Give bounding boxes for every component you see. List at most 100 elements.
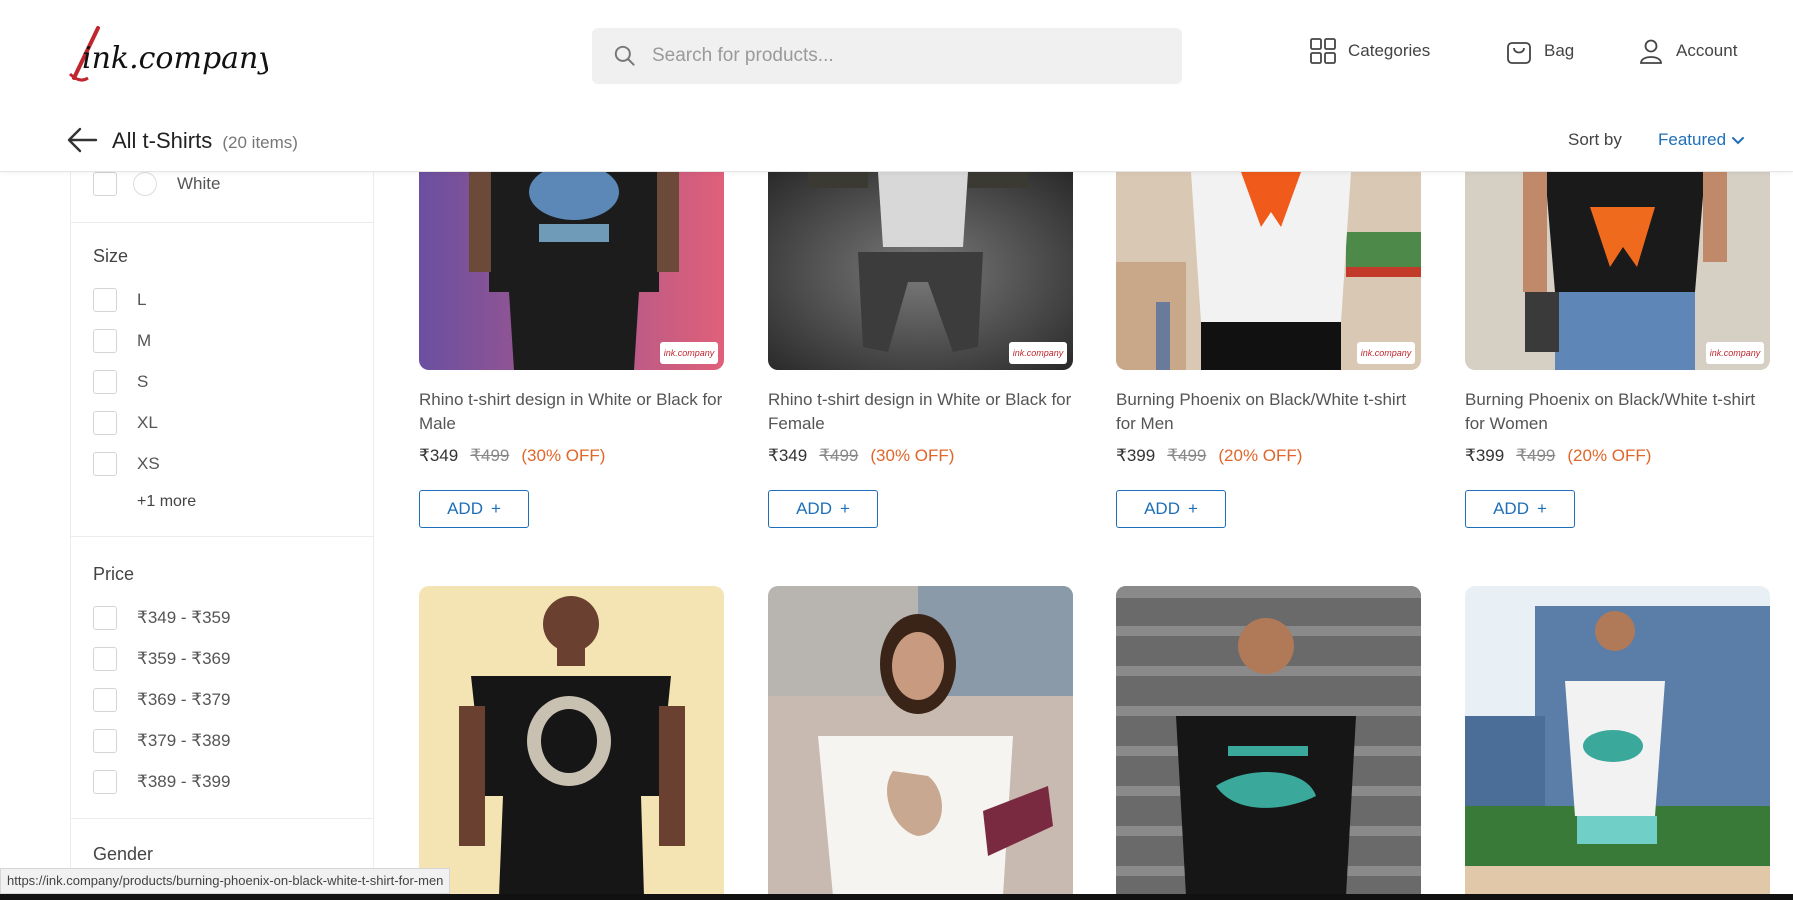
sale-price: ₹349 — [419, 446, 459, 465]
logo-wordmark: ink.company — [82, 41, 268, 76]
product-image[interactable] — [1465, 586, 1770, 896]
checkbox[interactable] — [93, 606, 117, 630]
product-image[interactable] — [768, 586, 1073, 896]
filter-price-2[interactable]: ₹359 - ₹369 — [93, 647, 230, 671]
filter-price-3[interactable]: ₹369 - ₹379 — [93, 688, 230, 712]
filter-size-l[interactable]: L — [93, 288, 146, 312]
brand-logo[interactable]: ink.company — [68, 24, 276, 90]
product-image[interactable]: ink.company — [1116, 172, 1421, 370]
price-row: ₹399 ₹499 (20% OFF) — [1465, 446, 1770, 466]
plus-icon: + — [1536, 499, 1547, 518]
gender-section-title: Gender — [93, 844, 154, 864]
filter-size-s[interactable]: S — [93, 370, 148, 394]
original-price: ₹499 — [1516, 446, 1556, 465]
checkbox[interactable] — [93, 288, 117, 312]
add-button-label: ADD — [447, 499, 483, 518]
page-title: All t-Shirts (20 items) — [112, 128, 298, 154]
product-card[interactable]: ink.company Rhino t-shirt design in Whit… — [419, 172, 724, 528]
listing-toolbar: All t-Shirts (20 items) Sort by Featured — [0, 110, 1793, 172]
nav-account[interactable]: Account — [1636, 36, 1737, 66]
filter-label: ₹389 - ₹399 — [137, 772, 231, 791]
brand-watermark-logo: ink.company — [1706, 342, 1764, 364]
brand-watermark-logo: ink.company — [1357, 342, 1415, 364]
back-arrow-icon[interactable] — [66, 124, 100, 156]
filter-size-xs[interactable]: XS — [93, 452, 160, 476]
sort-dropdown[interactable]: Featured — [1658, 130, 1746, 150]
product-card[interactable]: ink.company Burning Phoenix on Black/Whi… — [1116, 172, 1421, 528]
filter-price-1[interactable]: ₹349 - ₹359 — [93, 606, 230, 630]
filter-label: White — [177, 174, 221, 193]
add-to-bag-button[interactable]: ADD + — [1116, 490, 1226, 528]
sale-price: ₹399 — [1116, 446, 1156, 465]
product-image[interactable] — [1116, 586, 1421, 896]
shopping-bag-icon — [1507, 42, 1531, 64]
product-card[interactable] — [1116, 586, 1421, 896]
product-title[interactable]: Rhino t-shirt design in White or Black f… — [419, 388, 724, 436]
product-card[interactable]: ink.company Rhino t-shirt design in Whit… — [768, 172, 1073, 528]
price-section-title: Price — [93, 564, 135, 584]
filter-label: XS — [137, 454, 160, 473]
filter-size-m[interactable]: M — [93, 329, 151, 353]
filter-label: XL — [137, 413, 158, 432]
product-title[interactable]: Burning Phoenix on Black/White t-shirt f… — [1116, 388, 1421, 436]
nav-bag[interactable]: Bag — [1504, 36, 1574, 66]
filter-label: ₹359 - ₹369 — [137, 649, 231, 668]
size-more-link[interactable]: +1 more — [137, 493, 196, 511]
checkbox[interactable] — [93, 411, 117, 435]
product-image[interactable]: ink.company — [1465, 172, 1770, 370]
filter-color-white[interactable]: White — [93, 172, 220, 196]
browser-status-url: https://ink.company/products/burning-pho… — [0, 868, 451, 894]
checkbox[interactable] — [93, 172, 117, 196]
plus-icon: + — [490, 499, 501, 518]
sale-price: ₹399 — [1465, 446, 1505, 465]
filter-sidebar: White Size L M S XL XS +1 more Price ₹34… — [70, 172, 374, 900]
checkbox[interactable] — [93, 729, 117, 753]
discount-label: (30% OFF) — [870, 446, 955, 465]
product-card[interactable] — [1465, 586, 1770, 896]
price-row: ₹399 ₹499 (20% OFF) — [1116, 446, 1421, 466]
filter-label: ₹379 - ₹389 — [137, 731, 231, 750]
product-title[interactable]: Burning Phoenix on Black/White t-shirt f… — [1465, 388, 1770, 436]
nav-categories[interactable]: Categories — [1308, 36, 1430, 66]
product-title[interactable]: Rhino t-shirt design in White or Black f… — [768, 388, 1073, 436]
search-input[interactable] — [652, 45, 1152, 67]
checkbox[interactable] — [93, 688, 117, 712]
nav-categories-label: Categories — [1348, 41, 1431, 60]
filter-size-xl[interactable]: XL — [93, 411, 158, 435]
product-card[interactable]: ink.company Burning Phoenix on Black/Whi… — [1465, 172, 1770, 528]
checkbox[interactable] — [93, 647, 117, 671]
user-icon — [1640, 39, 1662, 64]
product-image[interactable]: ink.company — [419, 172, 724, 370]
sort-value: Featured — [1658, 130, 1727, 149]
product-card[interactable] — [768, 586, 1073, 896]
sale-price: ₹349 — [768, 446, 808, 465]
filter-price-5[interactable]: ₹389 - ₹399 — [93, 770, 230, 794]
discount-label: (20% OFF) — [1218, 446, 1303, 465]
checkbox[interactable] — [93, 370, 117, 394]
product-card[interactable] — [419, 586, 724, 896]
page-title-text: All t-Shirts — [112, 128, 213, 153]
checkbox[interactable] — [93, 452, 117, 476]
checkbox[interactable] — [93, 770, 117, 794]
checkbox[interactable] — [93, 329, 117, 353]
add-to-bag-button[interactable]: ADD + — [1465, 490, 1575, 528]
nav-account-label: Account — [1676, 41, 1738, 60]
add-button-label: ADD — [1493, 499, 1529, 518]
add-button-label: ADD — [796, 499, 832, 518]
add-to-bag-button[interactable]: ADD + — [419, 490, 529, 528]
original-price: ₹499 — [1167, 446, 1207, 465]
discount-label: (20% OFF) — [1567, 446, 1652, 465]
add-to-bag-button[interactable]: ADD + — [768, 490, 878, 528]
chevron-down-icon — [1732, 137, 1745, 145]
filter-label: ₹349 - ₹359 — [137, 608, 231, 627]
add-button-label: ADD — [1144, 499, 1180, 518]
product-image[interactable] — [419, 586, 724, 896]
product-image[interactable]: ink.company — [768, 172, 1073, 370]
nav-bag-label: Bag — [1544, 41, 1575, 60]
grid-icon — [1310, 38, 1336, 64]
discount-label: (30% OFF) — [521, 446, 606, 465]
price-row: ₹349 ₹499 (30% OFF) — [768, 446, 1073, 466]
filter-price-4[interactable]: ₹379 - ₹389 — [93, 729, 230, 753]
screen-bottom-edge — [0, 894, 1793, 900]
search-bar[interactable] — [592, 28, 1182, 84]
